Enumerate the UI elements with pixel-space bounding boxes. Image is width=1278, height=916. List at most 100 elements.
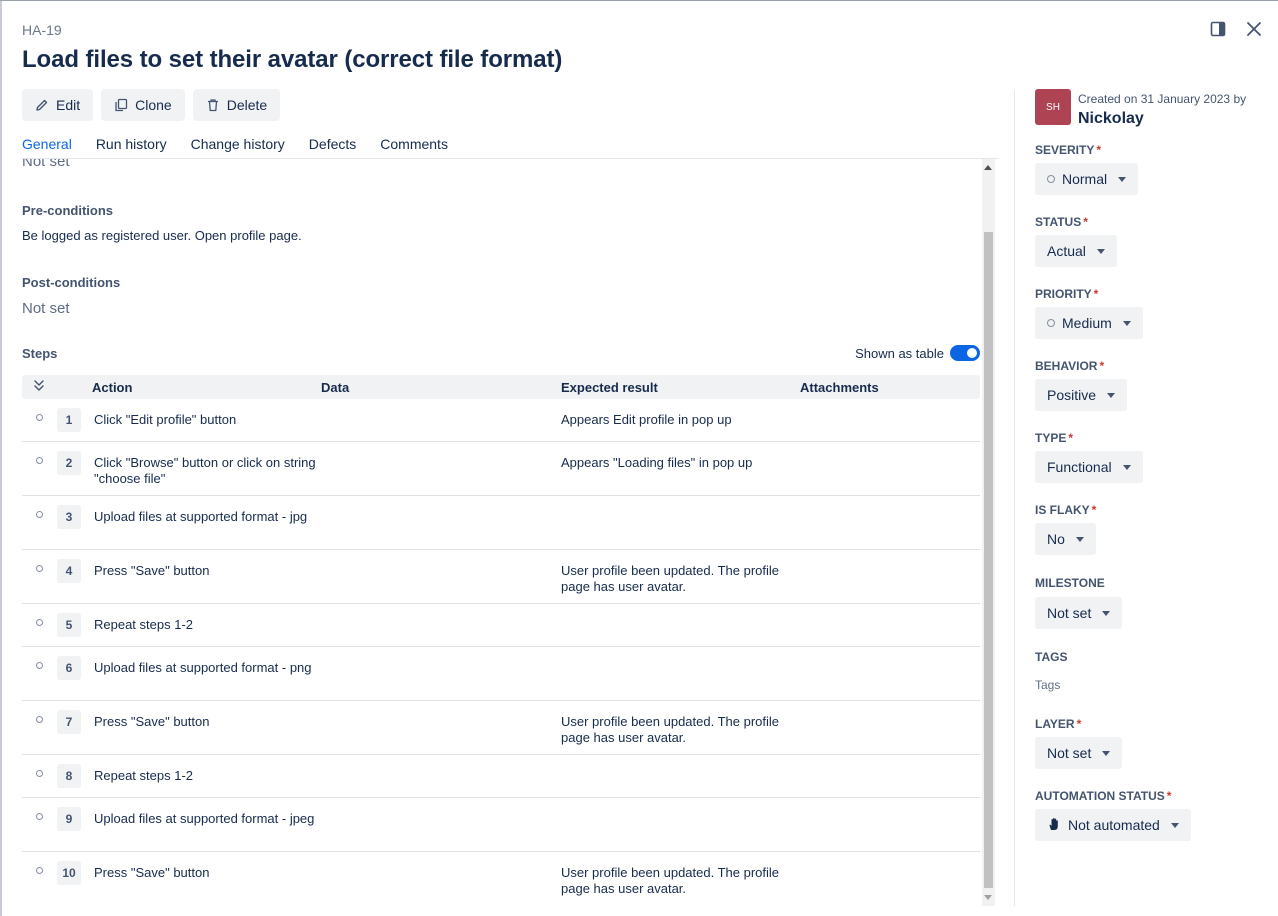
preconditions-value: Be logged as registered user. Open profi…	[22, 228, 302, 243]
step-number: 10	[57, 861, 81, 885]
chevron-down-icon	[1170, 822, 1179, 828]
severity-value: Normal	[1062, 171, 1108, 187]
type-dropdown[interactable]: Functional	[1035, 451, 1143, 483]
table-row[interactable]: 5 Repeat steps 1-2	[22, 604, 980, 647]
row-status-icon	[36, 716, 43, 723]
step-expected: Appears "Loading files" in pop up	[561, 455, 753, 470]
step-action: Press "Save" button	[94, 563, 210, 578]
row-status-icon	[36, 662, 43, 669]
layer-value: Not set	[1047, 745, 1092, 761]
row-status-icon	[36, 867, 43, 874]
chevron-down-icon	[1096, 248, 1105, 254]
general-content[interactable]: Not set Pre-conditions Be logged as regi…	[0, 159, 980, 906]
chevron-down-icon	[1102, 750, 1111, 756]
column-action: Action	[92, 380, 133, 395]
status-value: Actual	[1047, 243, 1086, 259]
step-number: 2	[57, 451, 81, 475]
step-action: Press "Save" button	[94, 714, 210, 729]
step-action: Click "Browse" button or click on string…	[94, 455, 316, 486]
postconditions-value: Not set	[22, 300, 70, 317]
content-scrollbar[interactable]	[982, 159, 995, 906]
step-action: Upload files at supported format - jpg	[94, 509, 308, 524]
row-status-icon	[36, 770, 43, 777]
steps-table-header: Action Data Expected result Attachments	[22, 375, 980, 399]
toolbar: Edit Clone Delete	[22, 89, 281, 121]
scroll-down-arrow[interactable]	[984, 895, 992, 900]
window-border-top	[0, 0, 1278, 1]
step-number: 6	[57, 656, 81, 680]
step-number: 5	[57, 613, 81, 637]
delete-button[interactable]: Delete	[192, 89, 281, 121]
automation-status-label: AUTOMATION STATUS *	[1035, 789, 1172, 803]
avatar: SH	[1035, 89, 1071, 125]
behavior-value: Positive	[1047, 387, 1097, 403]
shown-as-table-control: Shown as table	[855, 345, 980, 361]
tab-change-history[interactable]: Change history	[191, 130, 285, 158]
table-row[interactable]: 9 Upload files at supported format - jpe…	[22, 798, 980, 852]
close-icon[interactable]	[1243, 18, 1265, 40]
severity-dropdown[interactable]: Normal	[1035, 163, 1139, 195]
severity-icon	[1047, 175, 1055, 183]
step-action: Press "Save" button	[94, 865, 210, 880]
issue-key: HA-19	[22, 22, 62, 38]
scrollbar-thumb[interactable]	[984, 232, 993, 888]
clone-button[interactable]: Clone	[101, 89, 185, 121]
is-flaky-value: No	[1047, 531, 1065, 547]
step-action: Repeat steps 1-2	[94, 617, 194, 632]
layer-dropdown[interactable]: Not set	[1035, 737, 1123, 769]
table-row[interactable]: 1 Click "Edit profile" button Appears Ed…	[22, 399, 980, 442]
hand-icon	[1047, 817, 1061, 834]
scroll-up-arrow[interactable]	[984, 165, 992, 170]
sidebar-divider	[1014, 90, 1015, 906]
tab-comments[interactable]: Comments	[380, 130, 448, 158]
tab-bar: General Run history Change history Defec…	[22, 130, 998, 159]
step-number: 8	[57, 764, 81, 788]
tab-run-history[interactable]: Run history	[96, 130, 167, 158]
edit-button[interactable]: Edit	[22, 89, 94, 121]
row-status-icon	[36, 813, 43, 820]
automation-status-dropdown[interactable]: Not automated	[1035, 809, 1191, 841]
type-value: Functional	[1047, 459, 1112, 475]
row-status-icon	[36, 565, 43, 572]
status-dropdown[interactable]: Actual	[1035, 235, 1117, 267]
step-expected: User profile been updated. The profile p…	[561, 714, 780, 745]
postconditions-label: Post-conditions	[22, 275, 121, 290]
steps-label: Steps	[22, 346, 58, 361]
priority-dropdown[interactable]: Medium	[1035, 307, 1143, 339]
table-row[interactable]: 4 Press "Save" button User profile been …	[22, 550, 980, 604]
table-row[interactable]: 7 Press "Save" button User profile been …	[22, 701, 980, 755]
chevron-down-icon	[1075, 536, 1084, 542]
table-row[interactable]: 10 Press "Save" button User profile been…	[22, 852, 980, 905]
page-title: Load files to set their avatar (correct …	[22, 46, 563, 73]
clone-label: Clone	[135, 97, 172, 113]
step-action: Upload files at supported format - jpeg	[94, 811, 315, 826]
tags-input[interactable]: Tags	[1035, 678, 1060, 692]
step-expected: Appears Edit profile in pop up	[561, 412, 732, 427]
milestone-dropdown[interactable]: Not set	[1035, 597, 1123, 629]
is-flaky-dropdown[interactable]: No	[1035, 523, 1096, 555]
behavior-dropdown[interactable]: Positive	[1035, 379, 1128, 411]
shown-as-table-toggle[interactable]	[950, 345, 980, 361]
trash-icon	[206, 98, 220, 112]
chevron-down-icon	[1118, 176, 1127, 182]
chevron-down-icon	[1107, 392, 1116, 398]
tab-general[interactable]: General	[22, 130, 72, 158]
row-status-icon	[36, 511, 43, 518]
step-action: Click "Edit profile" button	[94, 412, 237, 427]
collapse-all-icon[interactable]	[32, 379, 46, 396]
step-expected: User profile been updated. The profile p…	[561, 563, 780, 594]
step-number: 3	[57, 505, 81, 529]
tags-label: TAGS	[1035, 650, 1068, 664]
table-row[interactable]: 8 Repeat steps 1-2	[22, 755, 980, 798]
tab-defects[interactable]: Defects	[309, 130, 356, 158]
chevron-down-icon	[1102, 610, 1111, 616]
step-expected: User profile been updated. The profile p…	[561, 865, 780, 896]
edit-label: Edit	[56, 97, 81, 113]
step-number: 7	[57, 710, 81, 734]
panel-toggle-icon[interactable]	[1207, 18, 1229, 40]
table-row[interactable]: 6 Upload files at supported format - png	[22, 647, 980, 701]
table-row[interactable]: 3 Upload files at supported format - jpg	[22, 496, 980, 550]
milestone-value: Not set	[1047, 605, 1092, 621]
table-row[interactable]: 2 Click "Browse" button or click on stri…	[22, 442, 980, 496]
severity-label: SEVERITY *	[1035, 143, 1102, 157]
